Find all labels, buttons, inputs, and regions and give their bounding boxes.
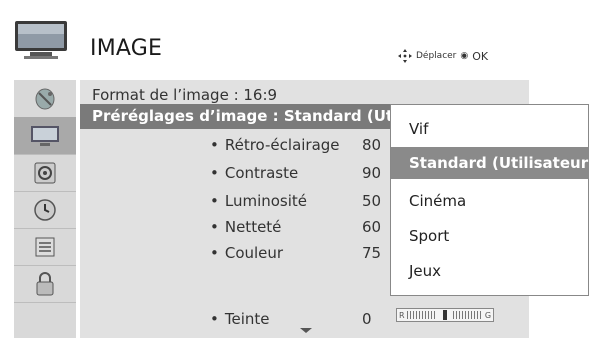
- picture-preset-label: Préréglages d’image : Standard (Utili: [92, 107, 409, 125]
- setting-label: Teinte: [224, 310, 270, 328]
- setting-label: Rétro-éclairage: [224, 136, 340, 154]
- option-label: Jeux: [409, 262, 442, 280]
- setting-label: Netteté: [224, 218, 282, 236]
- setting-value: 90: [362, 164, 382, 182]
- tv-icon: [14, 20, 68, 60]
- satellite-dish-icon: [35, 88, 55, 109]
- scroll-down-arrow-icon[interactable]: [300, 328, 312, 333]
- sidebar-item-image[interactable]: [14, 117, 76, 155]
- setting-label: Contraste: [224, 164, 299, 182]
- lock-icon: [36, 271, 54, 295]
- sidebar-item-channels[interactable]: [14, 80, 76, 118]
- tint-ticks: [452, 311, 483, 319]
- speaker-icon: [34, 162, 56, 183]
- setting-label: Couleur: [224, 244, 284, 262]
- sidebar-item-time[interactable]: [14, 191, 76, 229]
- option-label: Cinéma: [409, 192, 467, 210]
- hint-move-label: Déplacer: [416, 51, 457, 61]
- ok-button-icon: ◉: [460, 51, 469, 61]
- tint-left-label: R: [399, 310, 405, 320]
- preset-option-cinema[interactable]: Cinéma: [391, 185, 589, 217]
- option-label: Vif: [409, 120, 429, 138]
- preset-option-jeux[interactable]: Jeux: [391, 255, 589, 287]
- sidebar: [14, 80, 76, 338]
- tint-slider-knob[interactable]: [442, 310, 447, 320]
- setting-value: 80: [362, 136, 382, 154]
- hint-ok-label: OK: [472, 49, 489, 63]
- tint-right-label: G: [484, 310, 492, 320]
- setting-value: 50: [362, 192, 382, 210]
- option-label: Sport: [409, 227, 450, 245]
- sidebar-item-options[interactable]: [14, 228, 76, 266]
- picture-preset-dropdown[interactable]: Vif Standard (Utilisateur) Cinéma Sport …: [390, 104, 589, 296]
- aspect-ratio-row[interactable]: Format de l’image : 16:9: [92, 86, 277, 104]
- tv-screen-icon: [31, 125, 59, 146]
- sidebar-item-lock[interactable]: [14, 265, 76, 303]
- setting-value: 60: [362, 218, 382, 236]
- tint-ticks: [406, 311, 437, 319]
- page-title: IMAGE: [90, 36, 163, 61]
- four-way-arrow-icon: [398, 49, 412, 63]
- picture-preset-row[interactable]: Préréglages d’image : Standard (Utili: [80, 104, 409, 129]
- aspect-ratio-label: Format de l’image : 16:9: [92, 86, 278, 104]
- preset-option-sport[interactable]: Sport: [391, 220, 589, 252]
- list-icon: [35, 237, 55, 256]
- sidebar-item-audio[interactable]: [14, 154, 76, 192]
- clock-icon: [34, 198, 56, 221]
- setting-value: 0: [362, 310, 372, 328]
- option-label: Standard (Utilisateur): [409, 154, 589, 172]
- tint-slider[interactable]: R G: [396, 308, 494, 322]
- nav-hint: Déplacer ◉ OK: [398, 49, 488, 63]
- setting-value: 75: [362, 244, 382, 262]
- preset-option-vif[interactable]: Vif: [391, 113, 589, 145]
- setting-label: Luminosité: [224, 192, 308, 210]
- preset-option-standard[interactable]: Standard (Utilisateur): [391, 147, 589, 179]
